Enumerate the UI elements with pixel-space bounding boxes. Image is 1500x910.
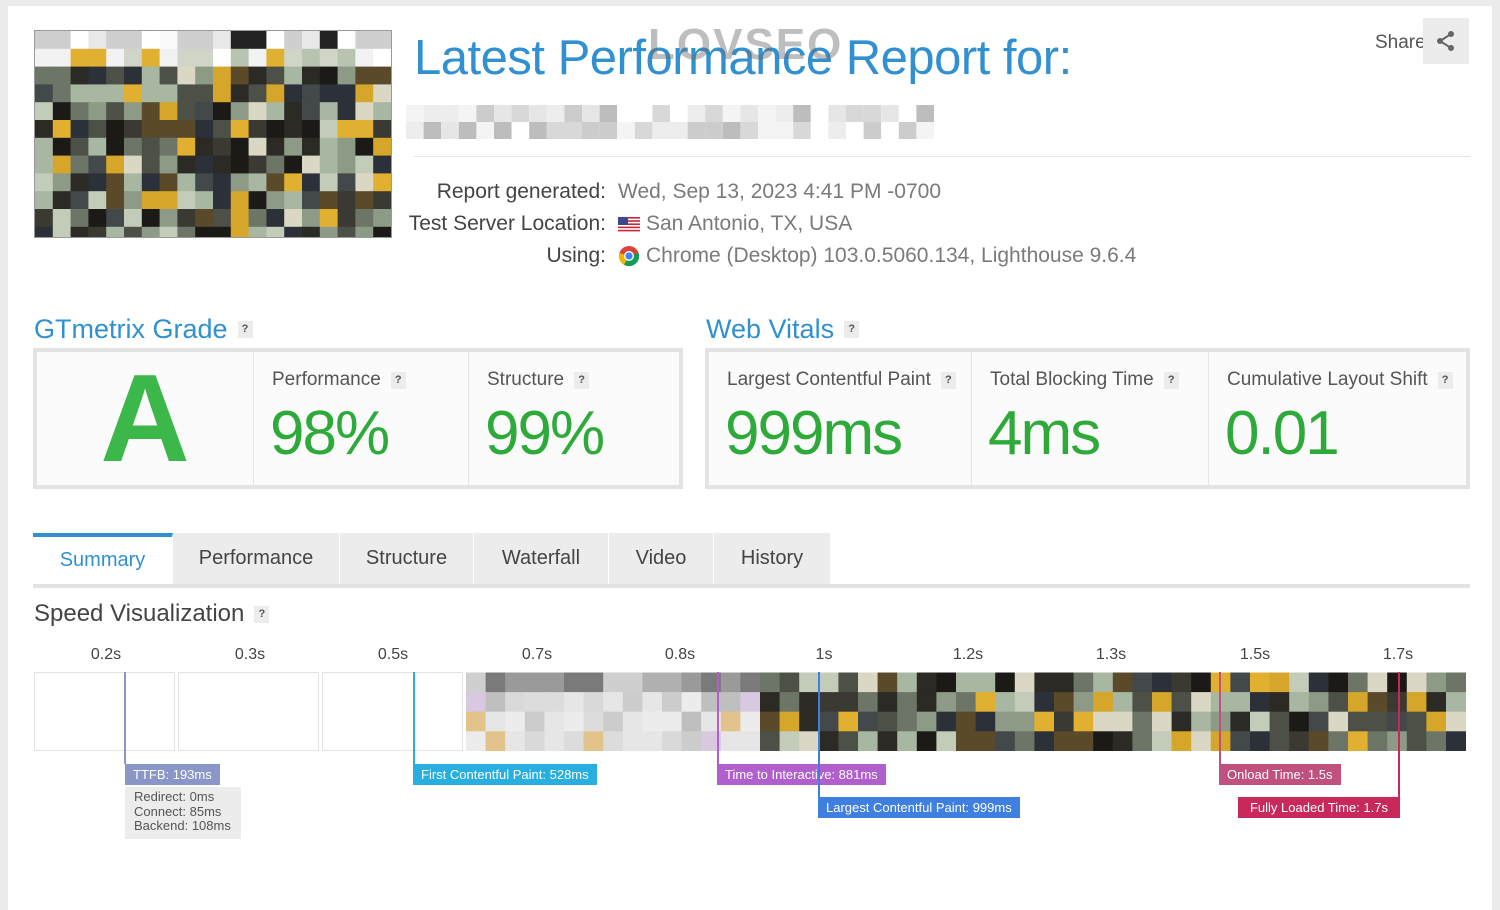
performance-help-icon[interactable]: ? xyxy=(390,371,406,389)
tbt-label: Total Blocking Time xyxy=(990,369,1154,390)
share-icon xyxy=(1437,31,1454,51)
tab-summary[interactable]: Summary xyxy=(33,533,173,584)
fully-loaded-marker-line xyxy=(1398,672,1400,797)
structure-score-label: Structure xyxy=(487,369,565,390)
gtmetrix-grade-help-icon[interactable]: ? xyxy=(237,321,253,338)
grade-cell: A xyxy=(37,349,253,488)
tick-label: 0.5s xyxy=(377,646,409,663)
ttfb-marker-line xyxy=(124,672,126,764)
filmstrip-frame[interactable] xyxy=(322,672,463,751)
lcp-marker-line xyxy=(818,672,820,797)
report-tabs: Summary Performance Structure Waterfall … xyxy=(33,533,1470,588)
fcp-marker-line xyxy=(413,672,415,764)
using-row: Using: Chrome (Desktop) 103.0.5060.134, … xyxy=(408,244,1408,272)
fcp-marker-label: First Contentful Paint: 528ms xyxy=(413,764,597,785)
tab-performance[interactable]: Performance xyxy=(173,533,340,584)
onload-marker-line xyxy=(1219,672,1221,764)
ttfb-details: Redirect: 0ms Connect: 85ms Backend: 108… xyxy=(125,787,241,839)
report-generated-row: Report generated: Wed, Sep 13, 2023 4:41… xyxy=(408,180,1408,208)
web-vitals-help-icon[interactable]: ? xyxy=(844,321,860,338)
site-screenshot-thumbnail[interactable] xyxy=(34,30,392,238)
speed-visualization-heading: Speed Visualization ? xyxy=(34,600,270,628)
onload-marker-label: Onload Time: 1.5s xyxy=(1219,764,1341,785)
ttfb-redirect: Redirect: 0ms xyxy=(134,789,215,804)
tick-label: 0.2s xyxy=(90,646,122,663)
ttfb-backend: Backend: 108ms xyxy=(134,818,231,833)
grade-letter: A xyxy=(100,349,190,488)
structure-score-cell: Structure ? 99% xyxy=(468,352,679,485)
web-vitals-panel: Largest Contentful Paint ? 999ms Total B… xyxy=(705,348,1470,489)
tab-structure[interactable]: Structure xyxy=(340,533,474,584)
cls-help-icon[interactable]: ? xyxy=(1437,371,1453,389)
tbt-cell: Total Blocking Time ? 4ms xyxy=(971,352,1208,485)
report-page: Latest Performance Report for: LOVSEO Sh… xyxy=(8,6,1492,910)
web-vitals-heading: Web Vitals ? xyxy=(706,314,860,345)
ttfb-connect: Connect: 85ms xyxy=(134,803,222,819)
test-location-row: Test Server Location: San Antonio, TX, U… xyxy=(408,212,1408,240)
share-label: Share xyxy=(1375,32,1426,53)
tab-waterfall[interactable]: Waterfall xyxy=(474,533,609,584)
blurred-url xyxy=(406,105,934,139)
using-value: Chrome (Desktop) 103.0.5060.134, Lightho… xyxy=(646,244,1137,267)
watermark-logo: LOVSEO xyxy=(648,20,844,69)
chrome-icon xyxy=(618,246,640,267)
tbt-value: 4ms xyxy=(988,399,1101,468)
tick-label: 1.7s xyxy=(1382,646,1414,663)
web-vitals-title: Web Vitals xyxy=(706,314,835,344)
using-label: Using: xyxy=(546,244,606,267)
filmstrip-frames-loaded[interactable] xyxy=(466,672,1468,751)
performance-score-label: Performance xyxy=(272,369,381,390)
speed-visualization-help-icon[interactable]: ? xyxy=(254,605,270,623)
tab-history[interactable]: History xyxy=(714,533,831,584)
test-location-label: Test Server Location: xyxy=(408,212,606,235)
cls-cell: Cumulative Layout Shift ? 0.01 xyxy=(1208,352,1466,485)
us-flag-icon xyxy=(618,216,640,232)
report-generated-value: Wed, Sep 13, 2023 4:41 PM -0700 xyxy=(618,180,941,203)
structure-help-icon[interactable]: ? xyxy=(574,371,590,389)
speed-visualization-title: Speed Visualization xyxy=(34,600,245,627)
tab-video[interactable]: Video xyxy=(609,533,714,584)
tti-marker-label: Time to Interactive: 881ms xyxy=(717,764,886,785)
lcp-value: 999ms xyxy=(725,399,903,468)
header-divider xyxy=(414,156,1470,157)
ttfb-marker-label: TTFB: 193ms xyxy=(125,764,220,785)
tick-label: 0.3s xyxy=(234,646,266,663)
tick-label: 1.3s xyxy=(1095,646,1127,663)
tick-label: 0.7s xyxy=(521,646,553,663)
pixelated-screenshot-image xyxy=(35,31,391,237)
filmstrip-frame[interactable] xyxy=(34,672,175,751)
lcp-help-icon[interactable]: ? xyxy=(940,371,956,389)
tick-label: 1.2s xyxy=(952,646,984,663)
filmstrip-frame[interactable] xyxy=(178,672,319,751)
performance-score-value: 98% xyxy=(270,399,390,468)
tti-marker-line xyxy=(717,672,719,764)
gtmetrix-grade-heading: GTmetrix Grade ? xyxy=(34,314,253,345)
performance-score-cell: Performance ? 98% xyxy=(253,352,468,485)
cls-value: 0.01 xyxy=(1225,399,1340,468)
cls-label: Cumulative Layout Shift xyxy=(1227,369,1428,390)
lcp-cell: Largest Contentful Paint ? 999ms xyxy=(709,352,971,485)
tbt-help-icon[interactable]: ? xyxy=(1163,371,1179,389)
test-location-value: San Antonio, TX, USA xyxy=(646,212,853,235)
share-button[interactable] xyxy=(1423,18,1469,64)
gtmetrix-grade-title: GTmetrix Grade xyxy=(34,314,228,344)
gtmetrix-grade-panel: A Performance ? 98% Structure ? 99% xyxy=(33,348,683,489)
tick-label: 1.5s xyxy=(1239,646,1271,663)
tick-label: 1s xyxy=(815,646,833,663)
lcp-marker-label: Largest Contentful Paint: 999ms xyxy=(818,797,1020,818)
structure-score-value: 99% xyxy=(485,399,605,468)
fully-loaded-marker-label: Fully Loaded Time: 1.7s xyxy=(1238,797,1400,818)
tick-label: 0.8s xyxy=(664,646,696,663)
report-generated-label: Report generated: xyxy=(436,180,606,203)
lcp-label: Largest Contentful Paint xyxy=(727,369,931,390)
